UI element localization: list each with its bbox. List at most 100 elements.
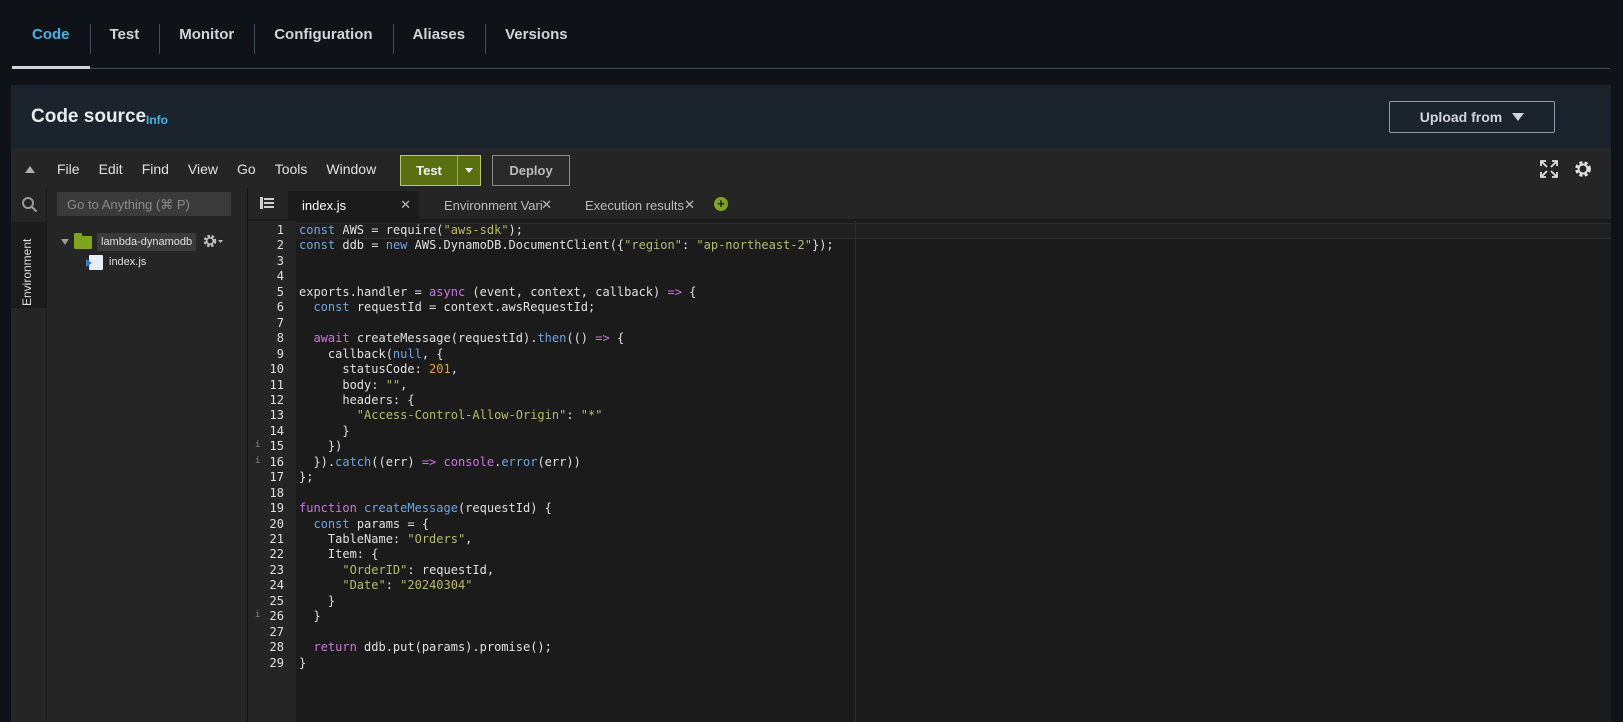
- search-icon[interactable]: [21, 196, 38, 213]
- code-line: }: [299, 609, 321, 624]
- tab-aliases[interactable]: Aliases: [392, 0, 486, 68]
- deploy-button[interactable]: Deploy: [492, 155, 570, 186]
- code-source-panel: Code source Info Upload from File Edit F…: [11, 85, 1611, 722]
- info-marker-icon[interactable]: i: [255, 456, 260, 466]
- code-line: await createMessage(requestId).then(() =…: [313, 331, 625, 346]
- collapse-up-icon[interactable]: [25, 165, 35, 173]
- line-number: 12: [269, 392, 284, 407]
- line-number: 21: [269, 532, 284, 546]
- menu-tools[interactable]: Tools: [275, 161, 308, 177]
- menu-window[interactable]: Window: [326, 161, 376, 177]
- code-line: const requestId = context.awsRequestId;: [313, 300, 596, 315]
- caret-down-icon: [1512, 113, 1525, 121]
- line-number: 7: [276, 315, 284, 330]
- menu-find[interactable]: Find: [142, 161, 169, 177]
- fullscreen-icon[interactable]: [1539, 159, 1559, 179]
- code-line: }: [299, 655, 307, 670]
- gear-icon[interactable]: [202, 232, 224, 250]
- line-number: 11: [269, 377, 284, 392]
- editor-tab-environment[interactable]: Environment Vari ✕: [430, 191, 560, 219]
- function-tabs: Code Test Monitor Configuration Aliases …: [12, 0, 1610, 69]
- tab-configuration[interactable]: Configuration: [254, 0, 392, 68]
- line-number: 22: [269, 547, 284, 562]
- line-number: 26: [269, 609, 284, 624]
- code-editor: index.js ✕ Environment Vari ✕ Execution …: [248, 188, 1611, 722]
- line-number: 3: [276, 253, 284, 268]
- tab-code[interactable]: Code: [12, 0, 90, 69]
- code-line: return ddb.put(params).promise();: [313, 640, 552, 655]
- line-number: 16: [269, 454, 284, 469]
- line-number: 13: [269, 408, 284, 423]
- gear-icon[interactable]: [1573, 159, 1593, 179]
- ide-menubar: File Edit Find View Go Tools Window Test…: [11, 150, 1611, 188]
- folder-icon: [74, 232, 92, 249]
- line-number: 6: [276, 300, 284, 315]
- js-file-icon: [86, 254, 103, 270]
- line-number: 10: [269, 362, 284, 377]
- line-number: 5: [276, 284, 284, 299]
- close-icon[interactable]: ✕: [400, 197, 411, 213]
- line-number: 4: [276, 269, 284, 284]
- line-number: 9: [276, 346, 284, 361]
- upload-from-label: Upload from: [1419, 109, 1503, 125]
- line-number: 24: [269, 578, 284, 593]
- line-number: 15: [269, 439, 284, 454]
- tab-monitor[interactable]: Monitor: [159, 0, 254, 68]
- menu-file[interactable]: File: [57, 161, 80, 177]
- line-number: 20: [269, 516, 284, 531]
- line-number: 23: [269, 562, 284, 577]
- tab-test[interactable]: Test: [89, 0, 160, 68]
- info-marker-icon[interactable]: i: [255, 440, 260, 450]
- editor-tab-index-js[interactable]: index.js ✕: [288, 191, 419, 219]
- editor-tab-execution-results[interactable]: Execution results ✕: [571, 191, 703, 219]
- line-number: 8: [276, 331, 284, 346]
- code-line: headers: {: [299, 392, 415, 407]
- editor-tabs: index.js ✕ Environment Vari ✕ Execution …: [248, 188, 1611, 219]
- tab-label: Execution results: [585, 197, 684, 213]
- close-icon[interactable]: ✕: [541, 197, 552, 213]
- code-line: "Date": "20240304": [342, 578, 473, 593]
- environment-label[interactable]: Environment: [20, 239, 34, 306]
- tree-folder[interactable]: lambda-dynamodb: [61, 231, 197, 253]
- line-number: 17: [269, 470, 284, 485]
- tab-label: Environment Vari: [444, 197, 543, 213]
- code-line: const ddb = new AWS.DynamoDB.DocumentCli…: [299, 238, 834, 253]
- test-dropdown-button[interactable]: [458, 156, 480, 185]
- code-line: }: [299, 593, 336, 608]
- line-number: 14: [269, 423, 284, 438]
- upload-from-button[interactable]: Upload from: [1389, 101, 1555, 133]
- code-line: "Access-Control-Allow-Origin": "*": [356, 408, 603, 423]
- line-number: 28: [269, 640, 284, 655]
- test-button[interactable]: Test: [401, 156, 458, 185]
- goto-anything-input[interactable]: [57, 192, 231, 216]
- chevron-down-icon: [465, 168, 473, 173]
- tab-versions[interactable]: Versions: [485, 0, 588, 68]
- tab-list-icon[interactable]: [260, 197, 274, 209]
- folder-name: lambda-dynamodb: [97, 233, 197, 251]
- code-line: body: "",: [299, 377, 408, 392]
- info-link[interactable]: Info: [146, 113, 168, 127]
- code-line: };: [299, 470, 314, 485]
- code-content[interactable]: const AWS = require("aws-sdk"); const ddb…: [299, 221, 1599, 722]
- code-line: Item: {: [299, 547, 379, 562]
- code-line: "OrderID": requestId,: [342, 562, 495, 577]
- code-line: exports.handler = async (event, context,…: [299, 284, 697, 299]
- chevron-down-icon[interactable]: [61, 239, 69, 245]
- info-marker-icon[interactable]: i: [255, 610, 260, 620]
- code-line: const params = {: [313, 516, 430, 531]
- tree-file-index-js[interactable]: index.js: [86, 252, 146, 272]
- menu-go[interactable]: Go: [237, 161, 256, 177]
- panel-header: Code source Info Upload from: [11, 85, 1611, 149]
- menu-edit[interactable]: Edit: [99, 161, 123, 177]
- menu-view[interactable]: View: [188, 161, 218, 177]
- line-number: 18: [269, 485, 284, 500]
- page-title: Code source: [31, 106, 147, 127]
- side-panel-strip: Environment: [11, 188, 47, 722]
- test-split-button: Test: [400, 155, 481, 186]
- line-number: 19: [269, 501, 284, 516]
- tab-label: index.js: [302, 197, 347, 213]
- line-number: 1: [276, 223, 284, 237]
- close-icon[interactable]: ✕: [684, 197, 695, 213]
- add-tab-icon[interactable]: +: [714, 197, 728, 211]
- line-number: 2: [276, 238, 284, 253]
